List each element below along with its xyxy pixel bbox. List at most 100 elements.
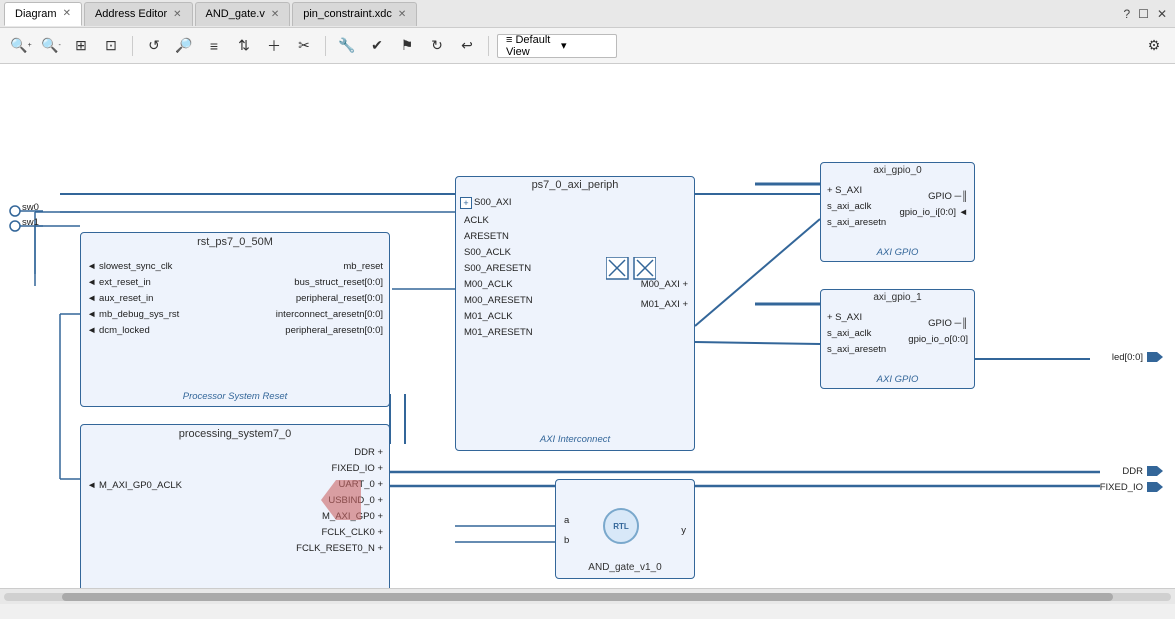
- gpio1-port-aresetn: s_axi_aresetn: [827, 344, 886, 355]
- gpio1-port-gpio: GPIO ─║: [928, 318, 968, 329]
- ps7-block[interactable]: ps7_0_axi_periph + S00_AXI ACLK ARESETN …: [455, 176, 695, 451]
- ps7-port-aclk: ACLK: [464, 215, 489, 226]
- gpio0-port-saxi: + S_AXI: [827, 185, 862, 196]
- fixedio-output-port: FIXED_IO: [1100, 480, 1163, 494]
- rst-port-periph-aresetn: peripheral_aresetn[0:0]: [285, 325, 383, 336]
- sw0-label: sw0: [22, 202, 39, 213]
- tab-diagram[interactable]: Diagram ✕: [4, 2, 82, 26]
- zynq-mark-svg: [321, 480, 361, 520]
- tab-bar: Diagram ✕ Address Editor ✕ AND_gate.v ✕ …: [0, 0, 1175, 28]
- ddr-output-port: DDR: [1122, 464, 1163, 478]
- gpio0-port-gpio: GPIO ─║: [928, 191, 968, 202]
- rst-port-mb-reset: mb_reset: [343, 261, 383, 272]
- gpio0-block[interactable]: axi_gpio_0 + S_AXI s_axi_aclk s_axi_ares…: [820, 162, 975, 262]
- view-dropdown-arrow: ▾: [561, 39, 608, 52]
- view-dropdown[interactable]: ≡ Default View ▾: [497, 34, 617, 58]
- toolbar-sep-3: [488, 36, 489, 56]
- gpio1-subtitle: AXI GPIO: [877, 374, 919, 385]
- magnify-button[interactable]: 🔎: [171, 33, 197, 59]
- zynq-port-fclk: FCLK_CLK0 +: [321, 527, 383, 538]
- move-button[interactable]: ⇅: [231, 33, 257, 59]
- rst-block-name: rst_ps7_0_50M: [81, 233, 389, 251]
- ps7-expand-button[interactable]: +: [460, 197, 472, 209]
- zynq-block[interactable]: processing_system7_0 ◄ M_AXI_GP0_ACLK DD…: [80, 424, 390, 588]
- ps7-port-s00aresetn: S00_ARESETN: [464, 263, 531, 274]
- gpio1-port-io: gpio_io_o[0:0]: [908, 334, 968, 345]
- tab-and-gate[interactable]: AND_gate.v ✕: [195, 2, 291, 26]
- rst-port-ext-reset: ◄ ext_reset_in: [87, 277, 151, 288]
- fixedio-output-label: FIXED_IO: [1100, 482, 1143, 493]
- ps7-subtitle: AXI Interconnect: [540, 434, 610, 445]
- cut-button[interactable]: ✂: [291, 33, 317, 59]
- rst-port-bus: bus_struct_reset[0:0]: [294, 277, 383, 288]
- tab-pin-constraint[interactable]: pin_constraint.xdc ✕: [292, 2, 417, 26]
- gpio1-block[interactable]: axi_gpio_1 + S_AXI s_axi_aclk s_axi_ares…: [820, 289, 975, 389]
- ps7-block-name: ps7_0_axi_periph: [456, 177, 694, 193]
- ps7-port-aresetn: ARESETN: [464, 231, 509, 242]
- zynq-logo-mark: [321, 480, 361, 520]
- rst-block[interactable]: rst_ps7_0_50M ◄ slowest_sync_clk ◄ ext_r…: [80, 232, 390, 407]
- gpio1-port-aclk: s_axi_aclk: [827, 328, 871, 339]
- gpio0-port-aclk: s_axi_aclk: [827, 201, 871, 212]
- toolbar-sep-2: [325, 36, 326, 56]
- tab-address-editor[interactable]: Address Editor ✕: [84, 2, 193, 26]
- sw1-port: sw1: [8, 219, 43, 236]
- gpio0-subtitle: AXI GPIO: [877, 247, 919, 258]
- ps7-port-m00aresetn: M00_ARESETN: [464, 295, 533, 306]
- tab-address-editor-close[interactable]: ✕: [173, 9, 181, 20]
- select-button[interactable]: ⊡: [98, 33, 124, 59]
- andgate-port-y: y: [681, 525, 686, 536]
- zynq-port-fclkrst: FCLK_RESET0_N +: [296, 543, 383, 554]
- rotate-button[interactable]: ↺: [141, 33, 167, 59]
- led-output-port: led[0:0]: [1112, 350, 1163, 364]
- ps7-port-s00aclk: S00_ACLK: [464, 247, 511, 258]
- andgate-name: AND_gate_v1_0: [556, 562, 694, 573]
- rst-port-periph-reset: peripheral_reset[0:0]: [296, 293, 383, 304]
- x-symbol-svg: [606, 257, 656, 307]
- undo-button[interactable]: ↩: [454, 33, 480, 59]
- tab-diagram-close[interactable]: ✕: [63, 8, 71, 19]
- wrench-button[interactable]: 🔧: [334, 33, 360, 59]
- andgate-port-a: a: [564, 515, 569, 526]
- andgate-port-b: b: [564, 535, 569, 546]
- view-dropdown-label: ≡ Default View: [506, 34, 553, 58]
- tab-and-gate-close[interactable]: ✕: [271, 9, 279, 20]
- zynq-port-maxi: ◄ M_AXI_GP0_ACLK: [87, 480, 182, 491]
- help-icon[interactable]: ?: [1123, 7, 1130, 21]
- refresh-button[interactable]: ↻: [424, 33, 450, 59]
- rst-port-interconnect: interconnect_aresetn[0:0]: [276, 309, 383, 320]
- scrollbar-track[interactable]: [4, 593, 1171, 601]
- ps7-port-m01aresetn: M01_ARESETN: [464, 327, 533, 338]
- led-output-arrow: [1147, 350, 1163, 364]
- tab-pin-constraint-label: pin_constraint.xdc: [303, 8, 392, 20]
- close-all-icon[interactable]: ✕: [1157, 7, 1167, 21]
- zynq-block-name: processing_system7_0: [81, 425, 389, 443]
- zoom-in-button[interactable]: 🔍+: [8, 33, 34, 59]
- validate-button[interactable]: ✔: [364, 33, 390, 59]
- zynq-port-fixedio: FIXED_IO +: [332, 463, 383, 474]
- tab-pin-constraint-close[interactable]: ✕: [398, 9, 406, 20]
- restore-icon[interactable]: ☐: [1138, 7, 1149, 21]
- gpio0-port-aresetn: s_axi_aresetn: [827, 217, 886, 228]
- ddr-output-arrow: [1147, 464, 1163, 478]
- flag-button[interactable]: ⚑: [394, 33, 420, 59]
- led-output-label: led[0:0]: [1112, 352, 1143, 363]
- zoom-out-button[interactable]: 🔍-: [38, 33, 64, 59]
- fit-button[interactable]: ⊞: [68, 33, 94, 59]
- horizontal-scrollbar[interactable]: [0, 588, 1175, 604]
- rst-port-slowest: ◄ slowest_sync_clk: [87, 261, 172, 272]
- gpio1-port-saxi: + S_AXI: [827, 312, 862, 323]
- rst-port-aux-reset: ◄ aux_reset_in: [87, 293, 153, 304]
- interconnect-x-symbol: [606, 257, 656, 307]
- add-button[interactable]: ＋: [261, 33, 287, 59]
- tab-bar-right-icons: ? ☐ ✕: [1123, 7, 1175, 21]
- andgate-block[interactable]: RTL a b y AND_gate_v1_0: [555, 479, 695, 579]
- zynq-port-ddr: DDR +: [354, 447, 383, 458]
- split-button[interactable]: ≡: [201, 33, 227, 59]
- tab-diagram-label: Diagram: [15, 8, 57, 20]
- gpio1-name: axi_gpio_1: [821, 290, 974, 305]
- settings-button[interactable]: ⚙: [1141, 33, 1167, 59]
- scrollbar-thumb[interactable]: [62, 593, 1112, 601]
- toolbar: 🔍+ 🔍- ⊞ ⊡ ↺ 🔎 ≡ ⇅ ＋ ✂ 🔧 ✔ ⚑ ↻ ↩ ≡ Defaul…: [0, 28, 1175, 64]
- fixedio-output-arrow: [1147, 480, 1163, 494]
